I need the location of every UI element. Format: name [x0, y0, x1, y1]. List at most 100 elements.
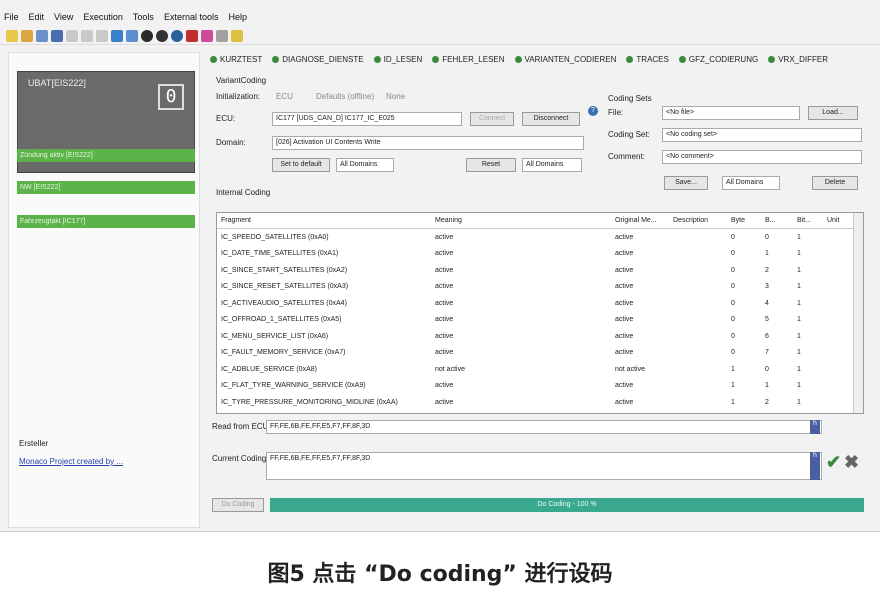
col-unit[interactable]: Unit [827, 217, 851, 224]
cell-bit: 1 [797, 365, 801, 373]
cell-b: 4 [765, 299, 769, 307]
table-scrollbar[interactable] [853, 213, 863, 413]
domain-label: Domain: [216, 138, 246, 147]
col-b[interactable]: B... [765, 217, 797, 224]
init-ecu-radio[interactable]: ECU [276, 92, 293, 101]
cell-byte: 0 [731, 316, 735, 324]
trace-icon[interactable] [186, 29, 198, 42]
table-row[interactable]: IC_SPEEDO_SATELLITES (0xA0) active active 0… [217, 229, 863, 246]
cell-bit: 1 [797, 250, 801, 258]
settings-icon[interactable] [216, 29, 228, 42]
cancel-icon[interactable]: ✖ [844, 452, 859, 473]
copy-icon[interactable] [81, 29, 93, 42]
all-domains-select-left[interactable]: All Domains [336, 158, 394, 172]
table-row[interactable]: IC_SINCE_RESET_SATELLITES (0xA3) active ac… [217, 279, 863, 296]
connect-icon[interactable] [171, 29, 183, 42]
read-from-ecu-label: Read from ECU: [212, 422, 271, 431]
coding-sets-title: Coding Sets [608, 94, 652, 103]
save-set-button[interactable]: Save... [664, 176, 708, 190]
hex-icon[interactable]: h [810, 452, 820, 480]
menu-edit[interactable]: Edit [29, 12, 45, 22]
set-default-button[interactable]: Set to default [272, 158, 330, 172]
col-byte[interactable]: Byte [731, 217, 765, 224]
tab-gfz-codierung[interactable]: GFZ_CODIERUNG [678, 55, 758, 64]
menu-execution[interactable]: Execution [83, 12, 123, 22]
col-fragment[interactable]: Fragment [217, 217, 435, 224]
tab-vrx-differ[interactable]: VRX_DIFFER [768, 55, 828, 64]
menu-tools[interactable]: Tools [133, 12, 154, 22]
all-domains-select-right[interactable]: All Domains [722, 176, 780, 190]
cell-original: active [615, 349, 634, 357]
all-domains-select-mid[interactable]: All Domains [522, 158, 582, 172]
run-icon[interactable] [141, 29, 153, 42]
disconnect-button[interactable]: Disconnect [522, 112, 580, 126]
table-row[interactable]: IC_MENU_SERVICE_LIST (0xA6) active active 0… [217, 328, 863, 345]
table-row[interactable]: IC_ADBLUE_SERVICE (0xA8) not active not ac… [217, 361, 863, 378]
table-row[interactable]: IC_ACTIVEAUDIO_SATELLITES (0xA4) active ac… [217, 295, 863, 312]
menu-external-tools[interactable]: External tools [164, 12, 219, 22]
confirm-icon[interactable]: ✔ [826, 452, 841, 473]
help-icon[interactable] [231, 29, 243, 42]
cell-fragment: IC_SINCE_RESET_SATELLITES (0xA3) [221, 283, 349, 291]
comment-field[interactable]: <No comment> [662, 150, 862, 164]
layout-icon[interactable] [126, 29, 138, 42]
menu-help[interactable]: Help [228, 12, 247, 22]
table-row[interactable]: IC_TYRE_PRESSURE_MONITORING_MIDLINE (0xA… [217, 394, 863, 411]
connect-button[interactable]: Connect [470, 112, 514, 126]
help-icon[interactable]: ? [588, 106, 598, 116]
internal-coding-label: Internal Coding [216, 188, 271, 197]
reset-button[interactable]: Reset [466, 158, 516, 172]
col-meaning[interactable]: Meaning [435, 217, 615, 224]
menu-file[interactable]: File [4, 12, 19, 22]
table-row[interactable]: IC_OFFROAD_1_SATELLITES (0xA5) active acti… [217, 312, 863, 329]
save-all-icon[interactable] [51, 29, 63, 42]
file-field[interactable]: <No file> [662, 106, 800, 120]
cell-byte: 0 [731, 233, 735, 241]
tab-diagnose[interactable]: DIAGNOSE_DIENSTE [272, 55, 364, 64]
table-row[interactable]: IC_SINCE_START_SATELLITES (0xA2) active ac… [217, 262, 863, 279]
load-button[interactable]: Load... [808, 106, 858, 120]
cell-bit: 1 [797, 349, 801, 357]
do-coding-button[interactable]: Do Coding [212, 498, 264, 512]
cell-byte: 0 [731, 349, 735, 357]
tab-kurztest[interactable]: KURZTEST [210, 55, 262, 64]
domain-select[interactable]: [026] Activation UI Contents Write [272, 136, 584, 150]
table-body: IC_SPEEDO_SATELLITES (0xA0) active active 0… [217, 229, 863, 411]
cell-bit: 1 [797, 299, 801, 307]
open-icon[interactable] [21, 29, 33, 42]
debug-icon[interactable] [201, 29, 213, 42]
status-dot-icon [768, 55, 776, 63]
cell-meaning: active [435, 398, 454, 406]
window-icon[interactable] [111, 29, 123, 42]
project-link[interactable]: Monaco Project created by ... [19, 457, 123, 466]
menu-view[interactable]: View [54, 12, 73, 22]
read-from-ecu-field[interactable]: FF,FE,6B,FE,FF,E5,F7,FF,8F,3D [266, 420, 822, 434]
paste-icon[interactable] [96, 29, 108, 42]
cell-byte: 1 [731, 382, 735, 390]
current-coding-field[interactable]: FF,FE,6B,FE,FF,E5,F7,FF,8F,3D [266, 452, 822, 480]
cell-b: 2 [765, 266, 769, 274]
tab-fehler-lesen[interactable]: FEHLER_LESEN [432, 55, 505, 64]
init-defaults-radio[interactable]: Defaults (offline) [316, 92, 374, 101]
tab-varianten-codieren[interactable]: VARIANTEN_CODIEREN [514, 55, 616, 64]
table-row[interactable]: IC_DATE_TIME_SATELLITES (0xA1) active acti… [217, 246, 863, 263]
col-description[interactable]: Description [673, 217, 731, 224]
tab-id-lesen[interactable]: ID_LESEN [373, 55, 422, 64]
table-row[interactable]: IC_FLAT_TYRE_WARNING_SERVICE (0xA9) activ… [217, 378, 863, 395]
cut-icon[interactable] [66, 29, 78, 42]
tab-traces[interactable]: TRACES [626, 55, 669, 64]
cell-byte: 0 [731, 299, 735, 307]
stop-icon[interactable] [156, 29, 168, 42]
cell-original: active [615, 233, 634, 241]
init-none-radio[interactable]: None [386, 92, 405, 101]
col-bit[interactable]: Bit... [797, 217, 827, 224]
coding-set-select[interactable]: <No coding set> [662, 128, 862, 142]
col-original[interactable]: Original Me... [615, 217, 673, 224]
hex-icon[interactable]: h [810, 420, 820, 434]
delete-button[interactable]: Delete [812, 176, 858, 190]
ecu-field[interactable]: IC177 [UDS_CAN_D] IC177_IC_E025 [272, 112, 462, 126]
table-row[interactable]: IC_FAULT_MEMORY_SERVICE (0xA7) active acti… [217, 345, 863, 362]
new-icon[interactable] [6, 29, 18, 42]
file-label: File: [608, 108, 624, 117]
save-icon[interactable] [36, 29, 48, 42]
